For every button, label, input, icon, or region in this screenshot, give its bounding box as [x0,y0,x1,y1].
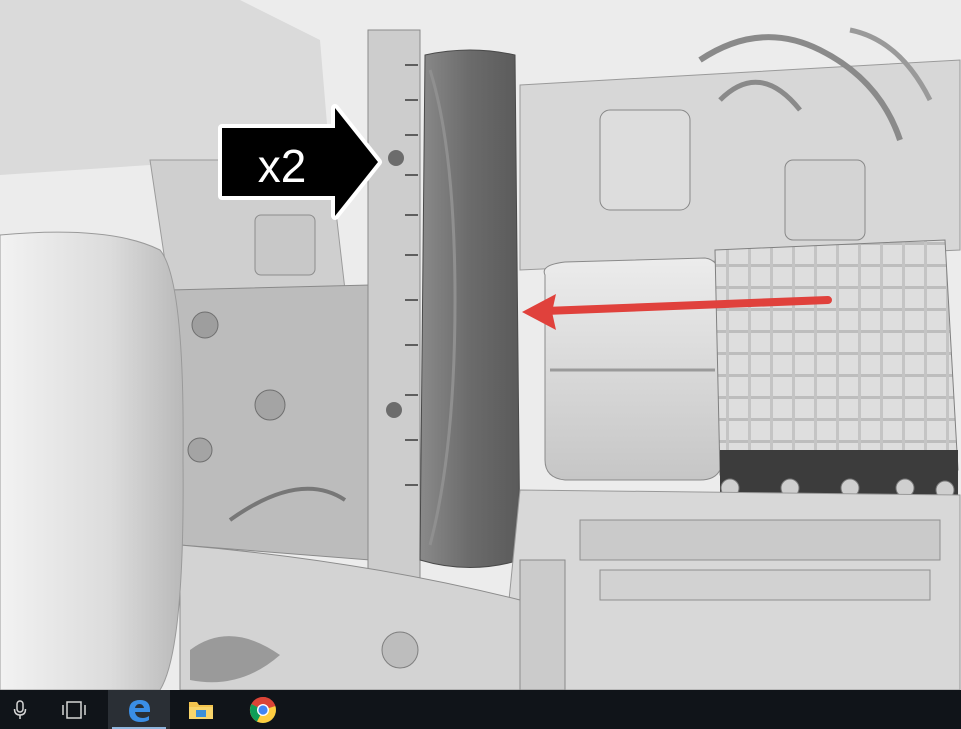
engine-illustration: x2 [0,0,961,690]
filter-cap [784,159,866,241]
bumper-bolt [381,631,419,669]
file-explorer-icon [189,701,213,719]
chrome-icon [249,696,276,723]
radiator-rail [367,29,421,591]
edge-taskbar-button[interactable] [108,690,170,729]
crossmember [579,519,941,561]
pan-gap [720,450,958,495]
engine-diagram: x2 [0,0,961,690]
taskbar [0,690,961,729]
cortana-microphone-button[interactable] [0,690,40,729]
chrome-taskbar-button[interactable] [232,690,294,729]
bolt [191,311,219,339]
engine-housing [599,109,691,211]
mount-bracket [519,559,566,690]
bolt [254,389,286,421]
bolt [187,437,213,463]
edge-icon [129,699,150,722]
rail-bolt [386,402,402,418]
drive-belt [419,49,521,568]
crossmember [599,569,931,601]
microphone-icon [13,699,27,719]
tire [0,231,184,690]
task-view-icon [62,700,86,719]
rail-bolt [388,150,404,166]
file-explorer-taskbar-button[interactable] [170,690,232,729]
callout-label: x2 [258,140,307,192]
sensor-block [254,214,316,276]
task-view-button[interactable] [40,690,108,729]
engine-upper [519,59,961,271]
transmission-pan [714,239,959,476]
